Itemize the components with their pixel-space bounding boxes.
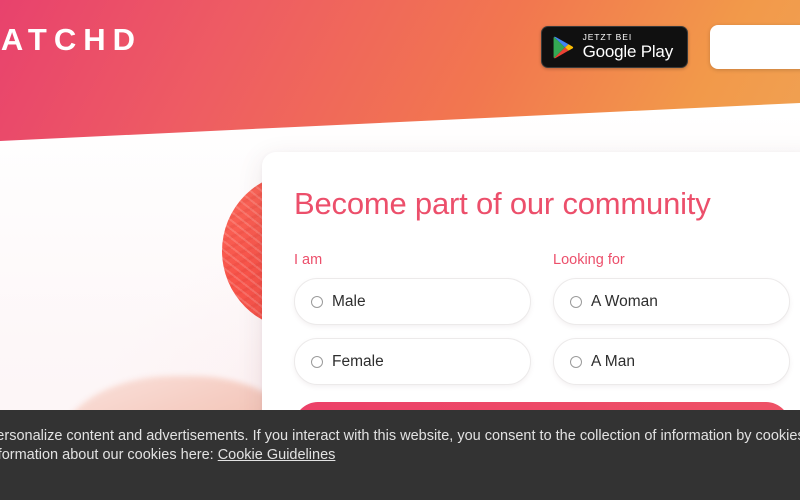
google-play-top-label: JETZT BEI: [582, 31, 633, 42]
google-play-badge[interactable]: JETZT BEI Google Play: [540, 26, 688, 68]
radio-icon[interactable]: [570, 295, 582, 308]
radio-label-female: Female: [332, 352, 384, 370]
site-logo[interactable]: MATCHD: [0, 24, 142, 55]
signup-fields: I am Male Female Looking for A Woman A M…: [294, 253, 790, 399]
google-play-icon: [553, 36, 574, 59]
google-play-text: JETZT BEI Google Play: [582, 31, 674, 62]
radio-option-a-man[interactable]: A Man: [553, 338, 790, 386]
app-store-badge[interactable]: [710, 25, 800, 69]
i-am-column: I am Male Female: [294, 253, 531, 399]
looking-for-label: Looking for: [553, 251, 625, 268]
radio-option-female[interactable]: Female: [294, 338, 531, 386]
looking-for-column: Looking for A Woman A Man: [553, 253, 790, 399]
page-root: MATCHD JETZT BEI Google Play Become part…: [0, 0, 800, 500]
radio-option-male[interactable]: Male: [294, 278, 531, 326]
page-title: Become part of our community: [294, 186, 711, 221]
google-play-bottom-label: Google Play: [582, 42, 674, 62]
store-badges: JETZT BEI Google Play: [540, 25, 800, 69]
radio-label-a-man: A Man: [591, 352, 635, 370]
radio-label-a-woman: A Woman: [591, 292, 658, 310]
radio-icon[interactable]: [311, 355, 323, 368]
cookie-banner-text: We use cookies to personalize content an…: [0, 427, 800, 466]
radio-icon[interactable]: [311, 295, 323, 308]
radio-option-a-woman[interactable]: A Woman: [553, 278, 790, 326]
radio-label-male: Male: [332, 292, 366, 310]
cookie-guidelines-link[interactable]: Cookie Guidelines: [218, 447, 336, 463]
cookie-banner-message: We use cookies to personalize content an…: [0, 428, 800, 464]
radio-icon[interactable]: [570, 355, 582, 368]
i-am-label: I am: [294, 251, 323, 268]
cookie-consent-banner: We use cookies to personalize content an…: [0, 410, 800, 500]
